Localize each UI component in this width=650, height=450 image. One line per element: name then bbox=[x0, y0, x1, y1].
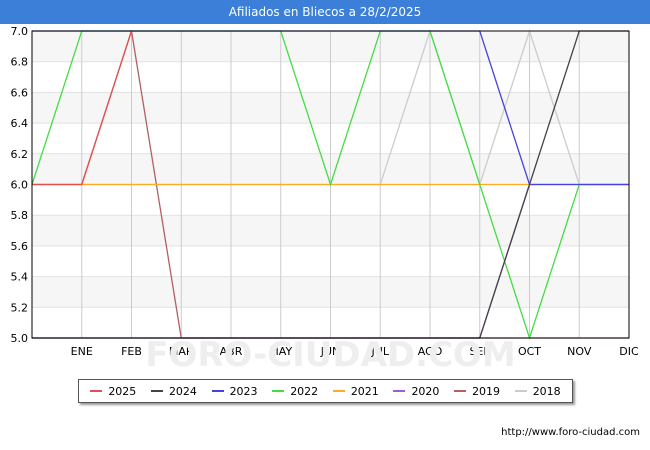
legend-item-2018: 2018 bbox=[514, 384, 561, 398]
legend-swatch bbox=[211, 390, 224, 392]
legend-label: 2022 bbox=[290, 384, 319, 398]
legend-item-2021: 2021 bbox=[332, 384, 379, 398]
x-tick-label: DIC bbox=[619, 345, 639, 358]
y-tick-label: 5.4 bbox=[11, 271, 29, 284]
legend-item-2023: 2023 bbox=[211, 384, 258, 398]
y-tick-label: 6.4 bbox=[11, 117, 29, 130]
y-tick-label: 6.0 bbox=[11, 179, 29, 192]
x-tick-label: FEB bbox=[121, 345, 142, 358]
y-tick-label: 7.0 bbox=[11, 25, 29, 38]
watermark: FORO-CIUDAD.COM bbox=[145, 335, 516, 375]
y-tick-label: 6.6 bbox=[11, 86, 29, 99]
y-tick-label: 5.2 bbox=[11, 301, 29, 314]
legend-item-2020: 2020 bbox=[393, 385, 439, 398]
legend-label: 2018 bbox=[532, 384, 561, 398]
legend-item-2024: 2024 bbox=[150, 384, 197, 398]
y-tick-label: 5.0 bbox=[11, 332, 29, 345]
legend-swatch bbox=[514, 390, 527, 392]
legend-swatch bbox=[393, 390, 406, 392]
legend-swatch bbox=[272, 390, 285, 392]
y-tick-label: 6.2 bbox=[11, 148, 29, 161]
legend-label: 2024 bbox=[168, 384, 197, 398]
x-tick-label: ENE bbox=[71, 345, 93, 358]
x-tick-label: NOV bbox=[567, 345, 592, 358]
legend-label: 2020 bbox=[411, 384, 440, 398]
legend-label: 2023 bbox=[229, 384, 258, 398]
legend-swatch bbox=[150, 390, 163, 392]
legend-swatch bbox=[90, 390, 103, 392]
y-tick-label: 5.6 bbox=[11, 240, 29, 253]
legend-item-2019: 2019 bbox=[454, 385, 500, 398]
x-tick-label: OCT bbox=[518, 345, 541, 358]
legend-swatch bbox=[454, 390, 467, 392]
y-tick-label: 5.8 bbox=[11, 209, 29, 222]
source-url: http://www.foro-ciudad.com bbox=[501, 427, 640, 438]
legend-label: 2025 bbox=[108, 384, 137, 398]
legend-label: 2019 bbox=[472, 384, 501, 398]
legend-swatch bbox=[332, 390, 345, 392]
legend-item-2025: 2025 bbox=[90, 385, 136, 398]
legend-item-2022: 2022 bbox=[272, 385, 318, 398]
chart-legend: 2025 2024 2023 2022 2021 2020 2019 2018 bbox=[78, 379, 573, 403]
legend-label: 2021 bbox=[350, 384, 379, 398]
y-tick-label: 6.8 bbox=[11, 56, 29, 69]
